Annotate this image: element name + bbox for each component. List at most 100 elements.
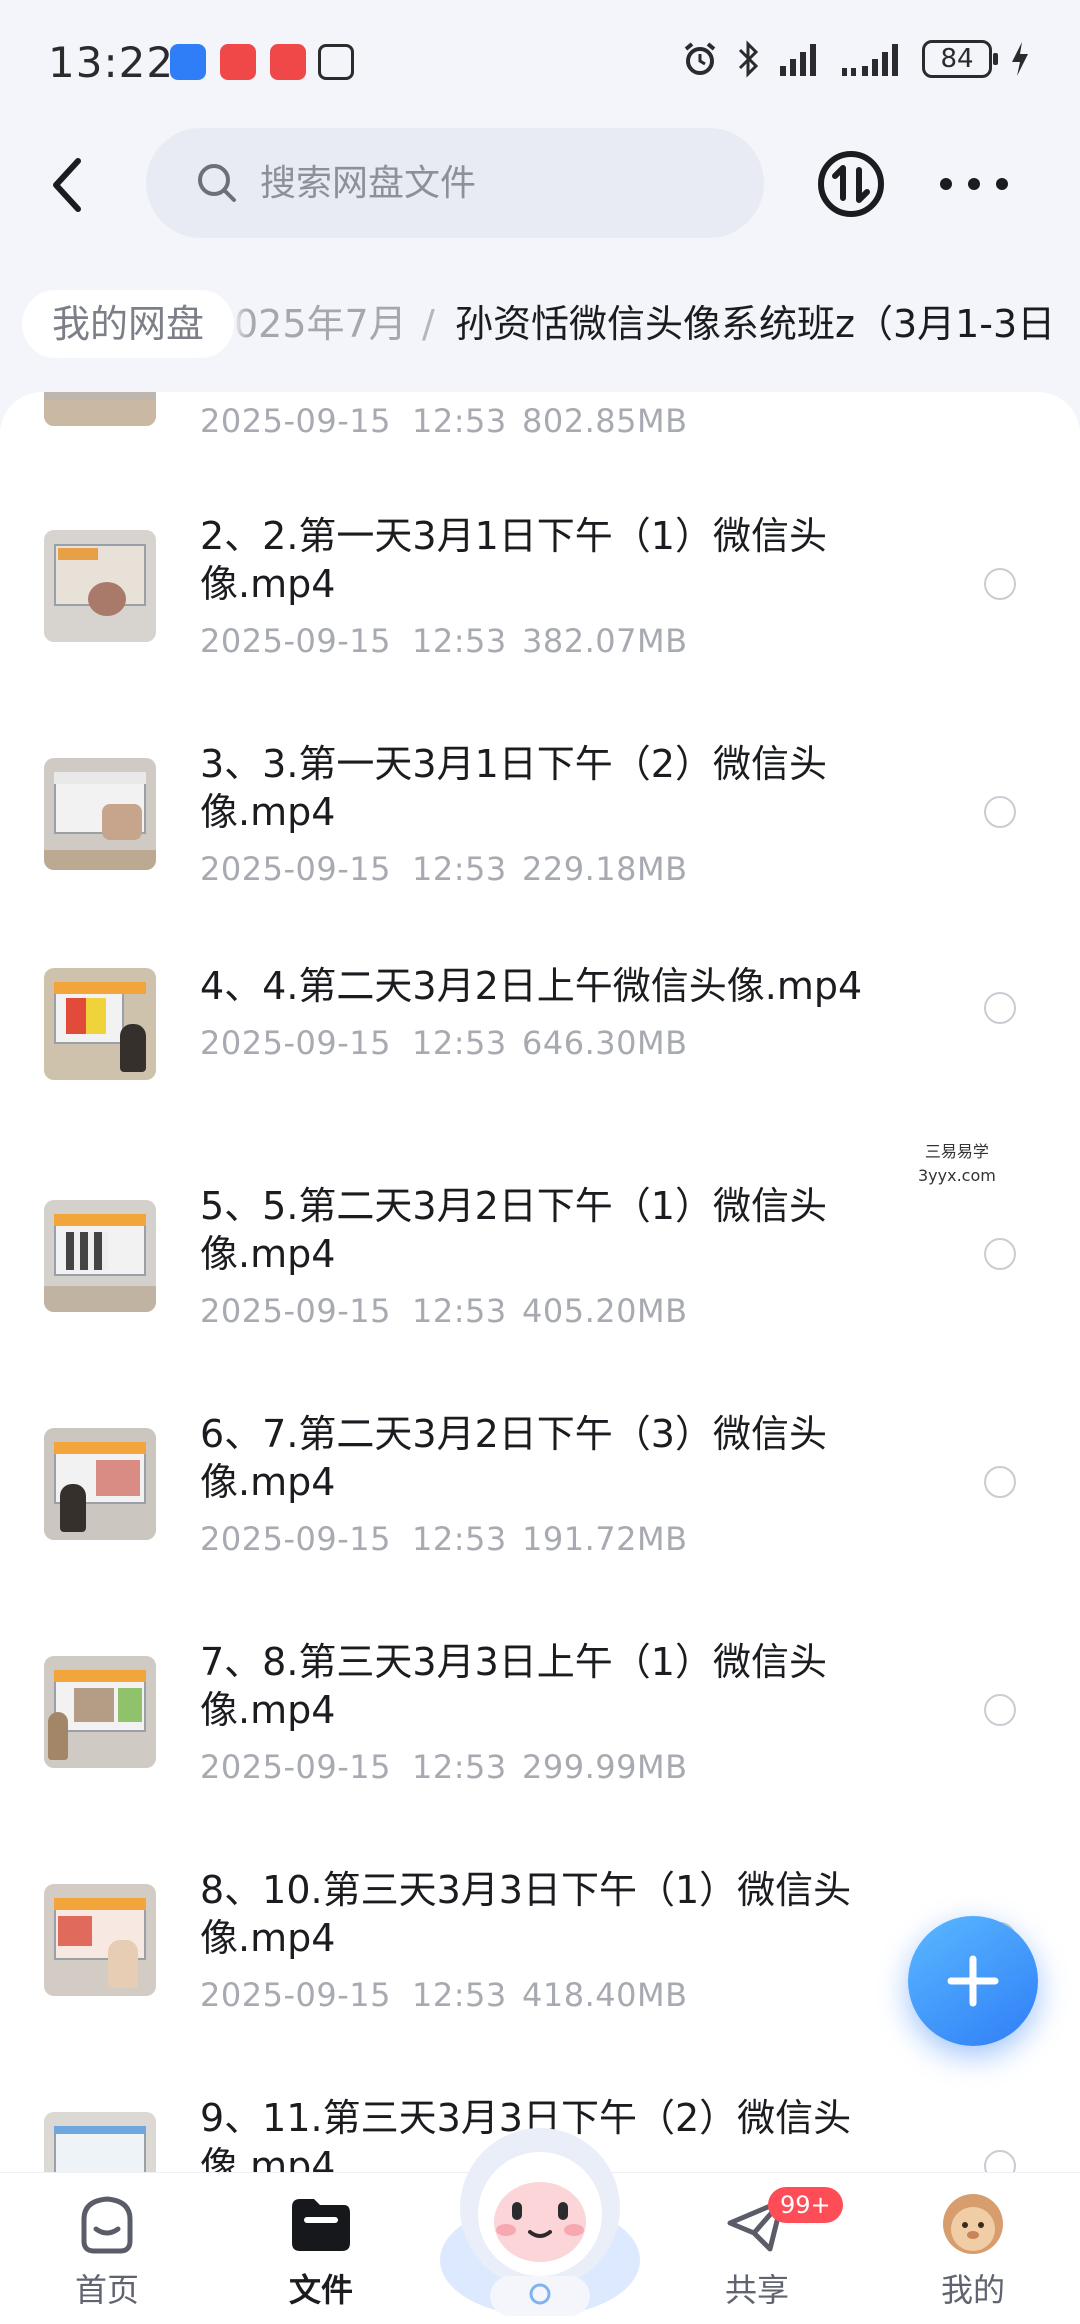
- watermark: 三易易学 3yyx.com: [918, 1140, 996, 1188]
- nav-files[interactable]: 文件: [246, 2193, 396, 2313]
- file-size: 299.99MB: [522, 1748, 688, 1786]
- more-button[interactable]: [940, 160, 1008, 208]
- app-notification-icon: [220, 44, 256, 80]
- share-badge: 99+: [768, 2187, 843, 2223]
- breadcrumb-current: 孙资恬微信头像系统班z（3月1-3日: [455, 302, 1056, 346]
- nav-share-label: 共享: [724, 2271, 789, 2309]
- file-name: 5、5.第二天3月2日下午（1）微信头像.mp4: [200, 1184, 827, 1276]
- file-time: 12:53: [412, 402, 507, 440]
- battery-indicator: 84: [922, 40, 998, 78]
- file-size: 802.85MB: [522, 402, 688, 440]
- file-size: 418.40MB: [522, 1976, 688, 2014]
- file-date: 2025-09-15: [200, 1976, 391, 2014]
- select-radio[interactable]: [984, 2150, 1016, 2172]
- watermark-line: 3yyx.com: [918, 1166, 996, 1185]
- file-item[interactable]: 2、2.第一天3月1日下午（1）微信头像.mp4 2025-09-15 12:5…: [0, 512, 1080, 740]
- app-notification-icon: [170, 44, 206, 80]
- breadcrumb-folder[interactable]: 025年7月: [234, 290, 407, 358]
- alarm-icon: [684, 42, 716, 75]
- more-dot: [968, 178, 980, 190]
- breadcrumb: 我的网盘 025年7月 / 孙资恬微信头像系统班z（3月1-3日: [0, 290, 1080, 360]
- file-time: 12:53: [412, 622, 507, 660]
- select-radio[interactable]: [984, 1466, 1016, 1498]
- nav-home[interactable]: 首页: [32, 2193, 182, 2313]
- nav-share[interactable]: 99+ 共享: [682, 2187, 843, 2313]
- file-time: 12:53: [412, 1520, 507, 1558]
- watermark-line: 三易易学: [924, 1142, 989, 1161]
- transfer-button[interactable]: [815, 148, 887, 220]
- file-name: 8、10.第三天3月3日下午（1）微信头像.mp4: [200, 1868, 852, 1960]
- signal-icon: [780, 44, 816, 76]
- back-button[interactable]: [36, 150, 96, 220]
- file-name: 4、4.第二天3月2日上午微信头像.mp4: [200, 964, 863, 1008]
- select-radio[interactable]: [984, 796, 1016, 828]
- video-thumbnail: [44, 1428, 156, 1540]
- file-size: 646.30MB: [522, 1024, 688, 1062]
- file-size: 405.20MB: [522, 1292, 688, 1330]
- select-radio[interactable]: [984, 568, 1016, 600]
- nav-mine-label: 我的: [940, 2271, 1005, 2309]
- assistant-mascot-button[interactable]: [432, 2110, 648, 2320]
- signal-icon: [842, 44, 898, 76]
- video-thumbnail: [44, 392, 156, 426]
- more-dot: [996, 178, 1008, 190]
- nfc-icon: [318, 44, 354, 80]
- file-name: 2、2.第一天3月1日下午（1）微信头像.mp4: [200, 514, 827, 606]
- plus-icon: [947, 1955, 999, 2007]
- bluetooth-icon: [738, 40, 759, 78]
- file-name: 7、8.第三天3月3日上午（1）微信头像.mp4: [200, 1640, 827, 1732]
- file-item[interactable]: 5、5.第二天3月2日下午（1）微信头像.mp4 2025-09-15 12:5…: [0, 1182, 1080, 1410]
- home-icon: [81, 2196, 133, 2254]
- breadcrumb-root[interactable]: 我的网盘: [22, 290, 235, 358]
- search-input[interactable]: [260, 162, 700, 204]
- file-date: 2025-09-15: [200, 622, 391, 660]
- search-icon: [198, 164, 236, 202]
- file-time: 12:53: [412, 1292, 507, 1330]
- file-time: 12:53: [412, 1976, 507, 2014]
- video-thumbnail: [44, 758, 156, 870]
- breadcrumb-separator: /: [422, 302, 435, 346]
- app-notification-icon: [270, 44, 306, 80]
- status-time: 13:22: [48, 38, 175, 87]
- file-date: 2025-09-15: [200, 1520, 391, 1558]
- charging-icon: [1012, 42, 1028, 76]
- select-radio[interactable]: [984, 1694, 1016, 1726]
- add-button[interactable]: [908, 1916, 1038, 2046]
- file-item[interactable]: 2025-09-15 12:53 802.85MB: [0, 392, 1080, 470]
- mascot-icon: [440, 2128, 640, 2316]
- select-radio[interactable]: [984, 992, 1016, 1024]
- transfer-icon: [818, 151, 884, 217]
- file-date: 2025-09-15: [200, 850, 391, 888]
- file-date: 2025-09-15: [200, 1292, 391, 1330]
- header: [0, 120, 1080, 250]
- file-item[interactable]: 7、8.第三天3月3日上午（1）微信头像.mp4 2025-09-15 12:5…: [0, 1638, 1080, 1866]
- file-size: 229.18MB: [522, 850, 688, 888]
- more-dot: [940, 178, 952, 190]
- video-thumbnail: [44, 968, 156, 1080]
- file-time: 12:53: [412, 850, 507, 888]
- file-size: 191.72MB: [522, 1520, 688, 1558]
- file-time: 12:53: [412, 1748, 507, 1786]
- file-item[interactable]: 6、7.第二天3月2日下午（3）微信头像.mp4 2025-09-15 12:5…: [0, 1410, 1080, 1638]
- back-arrow-icon: [53, 158, 81, 212]
- search-box[interactable]: [146, 128, 764, 238]
- file-date: 2025-09-15: [200, 1748, 391, 1786]
- video-thumbnail: [44, 1656, 156, 1768]
- file-date: 2025-09-15: [200, 402, 391, 440]
- file-date: 2025-09-15: [200, 1024, 391, 1062]
- video-thumbnail: [44, 530, 156, 642]
- select-radio[interactable]: [984, 1238, 1016, 1270]
- nav-home-label: 首页: [74, 2271, 139, 2309]
- folder-icon: [292, 2199, 350, 2251]
- file-size: 382.07MB: [522, 622, 688, 660]
- avatar: [943, 2194, 1003, 2254]
- video-thumbnail: [44, 1884, 156, 1996]
- file-name: 6、7.第二天3月2日下午（3）微信头像.mp4: [200, 1412, 827, 1504]
- video-thumbnail: [44, 1200, 156, 1312]
- video-thumbnail: [44, 2112, 156, 2172]
- nav-files-label: 文件: [288, 2271, 353, 2309]
- file-name: 3、3.第一天3月1日下午（2）微信头像.mp4: [200, 742, 827, 834]
- file-item[interactable]: 3、3.第一天3月1日下午（2）微信头像.mp4 2025-09-15 12:5…: [0, 740, 1080, 968]
- file-list: 2025-09-15 12:53 802.85MB 2、2.第一天3月1日下午（…: [0, 392, 1080, 2172]
- nav-mine[interactable]: 我的: [898, 2193, 1048, 2313]
